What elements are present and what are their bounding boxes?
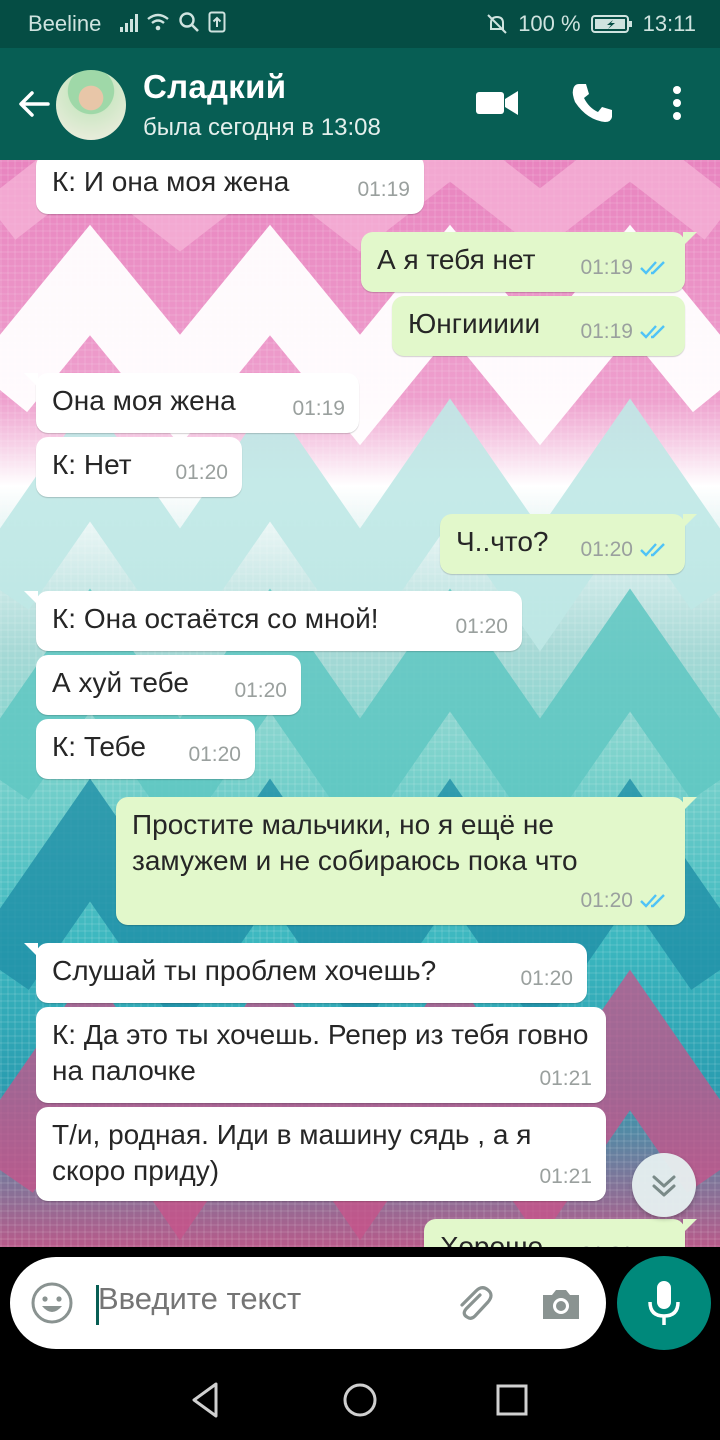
more-vert-icon[interactable] [652,78,702,128]
message-text: Ч..что? [456,526,549,557]
message-outgoing[interactable]: А я тебя нет 01:19 [361,232,697,292]
avatar[interactable] [56,70,126,140]
double-check-icon [640,894,665,908]
message-time: 01:20 [580,538,633,561]
emoji-icon[interactable] [30,1281,74,1325]
message-text: А я тебя нет [377,244,536,275]
message-text: А хуй тебе [52,667,189,698]
message-outgoing[interactable]: Простите мальчики, но я ещё не замужем и… [116,797,697,925]
message-incoming[interactable]: К: Тебе 01:20 [36,719,255,779]
message-text: К: Нет [52,449,132,480]
message-time: 01:20 [455,615,508,638]
message-time: 01:20 [234,679,287,702]
message-time: 01:19 [292,397,345,420]
clock: 13:11 [642,11,696,36]
mic-button[interactable] [617,1256,711,1350]
phone-icon[interactable] [567,78,617,128]
system-nav-bar [0,1358,720,1440]
message-time: 01:19 [580,320,633,343]
scroll-to-bottom-button[interactable] [632,1153,696,1217]
message-incoming[interactable]: К: Она остаётся со мной! 01:20 [24,591,522,651]
message-text: Простите мальчики, но я ещё не замужем и… [132,809,578,876]
double-check-icon [640,543,665,557]
double-check-icon [640,325,665,339]
message-text: К: И она моя жена [52,166,290,197]
message-outgoing[interactable]: Юнгиииии 01:19 [392,296,685,356]
message-text: К: Тебе [52,731,146,762]
nav-recents-icon[interactable] [492,1380,532,1420]
message-text: Хорошо [440,1231,544,1247]
search-icon [179,12,199,32]
wifi-icon [147,13,169,31]
message-time: 01:20 [520,967,573,990]
attach-icon[interactable] [450,1281,496,1327]
mute-bell-icon [487,14,507,34]
message-input-container [10,1257,606,1349]
chat-header: Сладкий была сегодня в 13:08 [0,48,720,160]
composer-bar [0,1247,720,1358]
message-incoming[interactable]: Слушай ты проблем хочешь? 01:20 [24,943,587,1003]
mic-icon [648,1281,680,1325]
message-text: Она моя жена [52,385,236,416]
message-incoming[interactable]: Она моя жена 01:19 [24,373,359,433]
message-time: 01:20 [175,461,228,484]
message-time: 01:19 [580,256,633,279]
sim-upload-icon [208,11,226,33]
message-incoming[interactable]: А хуй тебе 01:20 [36,655,301,715]
message-text: К: Да это ты хочешь. Репер из тебя говно… [52,1019,589,1086]
last-seen-status: была сегодня в 13:08 [143,114,381,141]
message-time: 01:20 [188,743,241,766]
message-incoming[interactable]: Т/и, родная. Иди в машину сядь , а я ско… [36,1107,606,1201]
message-time: 01:19 [357,178,410,201]
nav-back-icon[interactable] [186,1380,226,1420]
message-text: Т/и, родная. Иди в машину сядь , а я ско… [52,1119,532,1186]
message-incoming[interactable]: К: Да это ты хочешь. Репер из тебя говно… [36,1007,606,1103]
message-text: Юнгиииии [408,308,541,339]
video-call-icon[interactable] [472,78,522,128]
message-text: К: Она остаётся со мной! [52,603,379,634]
message-outgoing[interactable]: Ч..что? 01:20 [440,514,697,574]
double-check-icon [640,261,665,275]
message-text: Слушай ты проблем хочешь? [52,955,437,986]
message-time: 01:21 [539,1165,592,1188]
carrier-name: Beeline [28,11,102,36]
battery-icon [590,15,632,33]
battery-percent: 100 % [518,11,581,36]
message-incoming[interactable]: К: И она моя жена 01:19 [36,160,424,214]
camera-icon[interactable] [538,1281,584,1327]
status-icons-right: 100 % 13:11 [486,11,696,37]
back-arrow-icon[interactable] [14,84,54,124]
message-outgoing[interactable]: Хорошо 01:21 [424,1219,697,1247]
chevron-down-icon [652,1175,676,1197]
message-input[interactable] [98,1281,438,1317]
status-bar: Beeline 100 % 13:11 [0,0,720,48]
chat-area[interactable]: К: И она моя жена 01:19 А я тебя нет 01:… [0,160,720,1247]
message-time: 01:21 [539,1067,592,1090]
nav-home-icon[interactable] [340,1380,380,1420]
signal-icon [120,12,138,32]
message-incoming[interactable]: К: Нет 01:20 [36,437,242,497]
status-icons-left [120,11,226,33]
message-time: 01:21 [580,1237,633,1247]
message-time: 01:20 [580,889,633,912]
contact-name[interactable]: Сладкий [143,68,286,106]
